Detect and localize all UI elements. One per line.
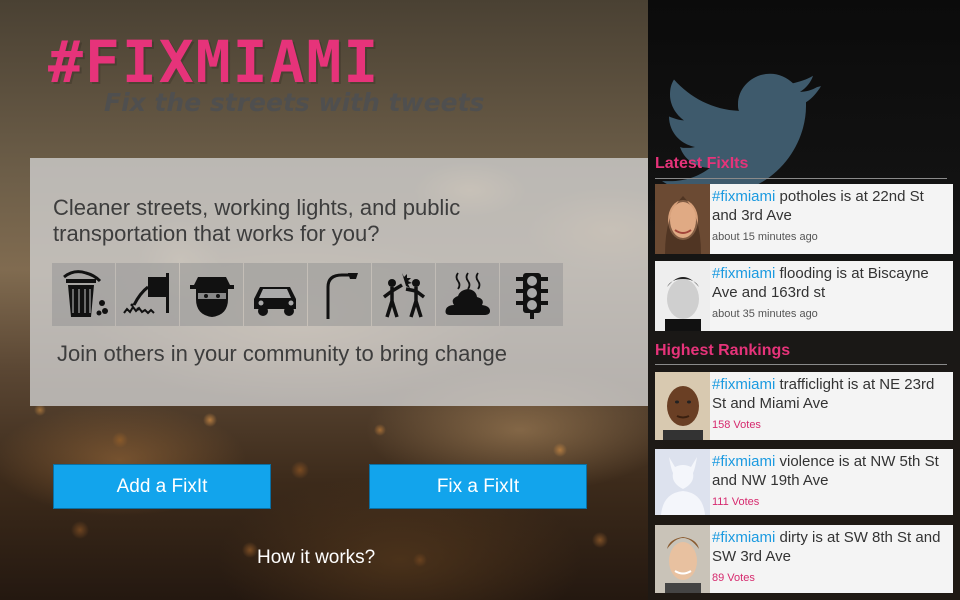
car-icon	[244, 263, 307, 326]
fixit-text: #fixmiami trafficlight is at NE 23rd St …	[712, 375, 951, 413]
traffic-light-icon	[500, 263, 563, 326]
avatar	[655, 261, 710, 331]
highest-rankings-heading: Highest Rankings	[655, 342, 791, 359]
hashtag-link[interactable]: #fixmiami	[712, 188, 775, 205]
latest-fixit-card[interactable]: #fixmiami flooding is at Biscayne Ave an…	[655, 261, 953, 331]
vote-count: 158 Votes	[712, 419, 761, 431]
fixit-timestamp: about 35 minutes ago	[712, 308, 818, 320]
hashtag-link[interactable]: #fixmiami	[712, 265, 775, 282]
poop-icon	[436, 263, 499, 326]
community-call-to-action: Join others in your community to bring c…	[57, 341, 508, 366]
hashtag-link[interactable]: #fixmiami	[712, 453, 775, 470]
vote-count: 111 Votes	[712, 496, 760, 508]
fixit-timestamp: about 15 minutes ago	[712, 231, 818, 243]
latest-fixits-heading: Latest FixIts	[655, 155, 749, 172]
avatar	[655, 184, 710, 254]
latest-divider	[655, 178, 947, 179]
vote-count: 89 Votes	[712, 572, 755, 584]
fixit-text: #fixmiami dirty is at SW 8th St and SW 3…	[712, 528, 951, 566]
default-avatar-icon	[655, 449, 710, 515]
hashtag-link[interactable]: #fixmiami	[712, 376, 775, 393]
avatar	[655, 525, 710, 593]
how-it-works-link[interactable]: How it works?	[257, 547, 375, 569]
burglar-icon	[180, 263, 243, 326]
avatar	[655, 372, 710, 440]
streetlight-icon	[308, 263, 371, 326]
fixit-text: #fixmiami flooding is at Biscayne Ave an…	[712, 264, 951, 302]
fix-fixit-button[interactable]: Fix a FixIt	[369, 464, 587, 509]
fight-icon	[372, 263, 435, 326]
site-logo[interactable]: #FIXMIAMI	[48, 28, 380, 96]
sewage-pipe-icon	[116, 263, 179, 326]
add-fixit-button[interactable]: Add a FixIt	[53, 464, 271, 509]
tagline: Fix the streets with tweets	[104, 88, 485, 117]
rankings-divider	[655, 364, 947, 365]
latest-fixit-card[interactable]: #fixmiami potholes is at 22nd St and 3rd…	[655, 184, 953, 254]
ranking-card[interactable]: #fixmiami violence is at NW 5th St and N…	[655, 449, 953, 515]
trash-can-icon	[52, 263, 115, 326]
hashtag-link[interactable]: #fixmiami	[712, 529, 775, 546]
fixit-text: #fixmiami potholes is at 22nd St and 3rd…	[712, 187, 951, 225]
ranking-card[interactable]: #fixmiami dirty is at SW 8th St and SW 3…	[655, 525, 953, 593]
ranking-card[interactable]: #fixmiami trafficlight is at NE 23rd St …	[655, 372, 953, 440]
fixit-text: #fixmiami violence is at NW 5th St and N…	[712, 452, 951, 490]
issue-icon-strip	[52, 263, 563, 326]
intro-description: Cleaner streets, working lights, and pub…	[53, 195, 461, 246]
